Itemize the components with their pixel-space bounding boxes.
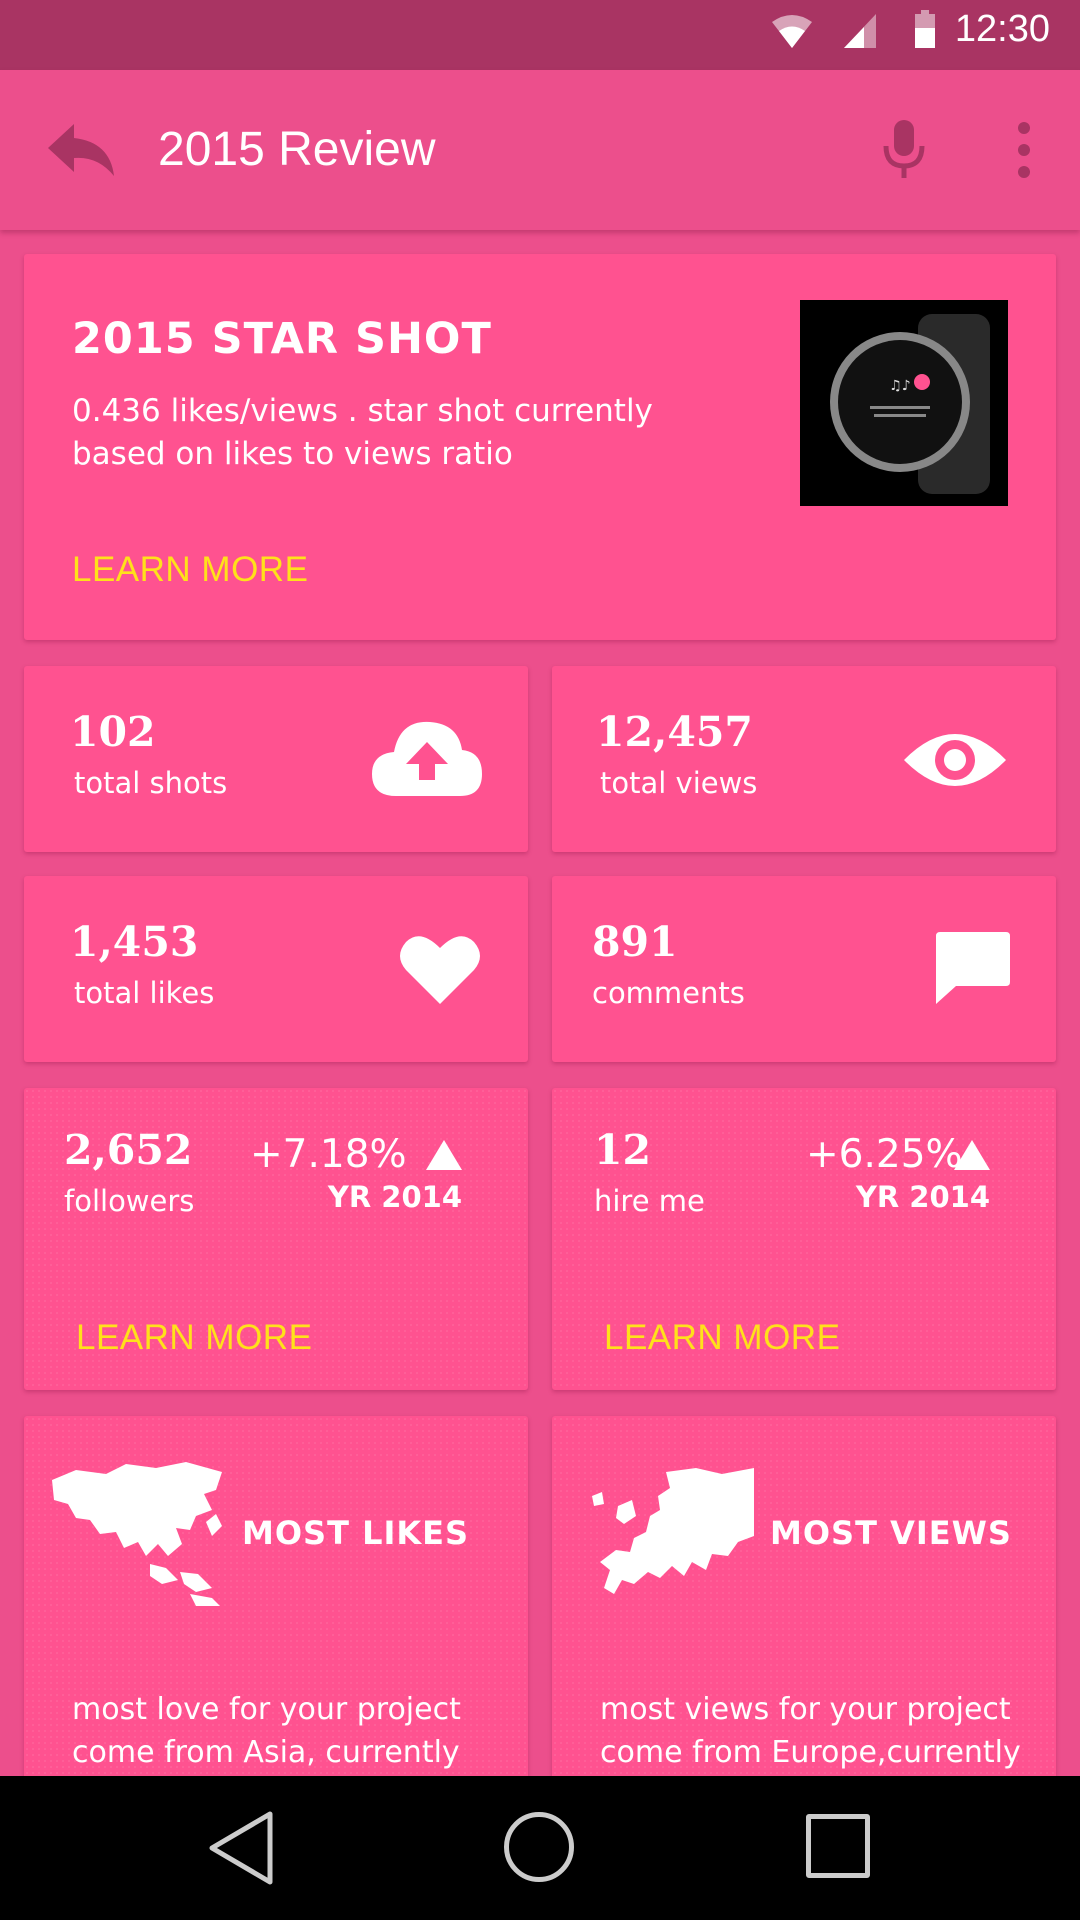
stat-label: total views: [600, 766, 758, 800]
star-shot-thumbnail[interactable]: ♫♪: [800, 300, 1008, 506]
stat-label: comments: [592, 976, 745, 1010]
followers-label: followers: [64, 1184, 195, 1218]
mic-icon[interactable]: [880, 118, 928, 180]
trend-up-icon: [954, 1140, 990, 1170]
followers-value: 2,652: [64, 1126, 193, 1174]
status-time: 12:30: [954, 8, 1050, 50]
more-vert-icon[interactable]: [1012, 120, 1036, 180]
nav-recents-icon[interactable]: [806, 1814, 870, 1878]
most-likes-title: MOST LIKES: [242, 1514, 470, 1552]
nav-home-icon[interactable]: [504, 1812, 574, 1882]
stat-card-comments[interactable]: 891 comments: [552, 876, 1056, 1062]
wifi-icon: [772, 15, 812, 48]
comment-icon: [936, 932, 1010, 1004]
battery-icon: [915, 10, 935, 48]
hire-me-period: YR 2014: [855, 1180, 990, 1214]
app-bar: 2015 Review: [0, 70, 1080, 230]
followers-period: YR 2014: [327, 1180, 462, 1214]
most-likes-text: most love for your project come from Asi…: [72, 1692, 461, 1770]
followers-learn-more[interactable]: LEARN MORE: [76, 1318, 312, 1358]
cell-signal-icon: [844, 14, 876, 48]
most-likes-card[interactable]: MOST LIKES most love for your project co…: [24, 1416, 528, 1796]
asia-map-icon: [52, 1462, 222, 1606]
followers-change: +7.18%: [250, 1132, 407, 1177]
hire-me-learn-more[interactable]: LEARN MORE: [604, 1318, 840, 1358]
stat-card-total-likes[interactable]: 1,453 total likes: [24, 876, 528, 1062]
most-views-text: most views for your project come from Eu…: [600, 1692, 1021, 1770]
nav-back-icon[interactable]: [206, 1810, 276, 1886]
star-shot-card: 2015 STAR SHOT 0.436 likes/views . star …: [24, 254, 1056, 640]
stat-label: total likes: [74, 976, 215, 1010]
hire-me-label: hire me: [594, 1184, 705, 1218]
stat-value: 102: [70, 708, 156, 756]
stat-label: total shots: [74, 766, 228, 800]
learn-more-link[interactable]: LEARN MORE: [72, 550, 308, 590]
eye-icon: [904, 734, 1006, 786]
hire-me-value: 12: [594, 1126, 652, 1174]
europe-map-icon: [592, 1468, 754, 1594]
status-bar: 12:30: [0, 0, 1080, 70]
reply-back-icon[interactable]: [46, 122, 116, 178]
stat-card-total-shots[interactable]: 102 total shots: [24, 666, 528, 852]
stat-value: 891: [592, 918, 678, 966]
cloud-upload-icon: [372, 721, 482, 796]
page-title: 2015 Review: [158, 123, 436, 176]
system-nav-bar: [0, 1776, 1080, 1920]
star-shot-title: 2015 STAR SHOT: [72, 314, 492, 364]
stat-card-total-views[interactable]: 12,457 total views: [552, 666, 1056, 852]
svg-text:♫♪: ♫♪: [889, 378, 911, 394]
heart-icon: [400, 936, 480, 1004]
trend-up-icon: [426, 1140, 462, 1170]
most-views-card[interactable]: MOST VIEWS most views for your project c…: [552, 1416, 1056, 1796]
most-views-title: MOST VIEWS: [770, 1514, 1012, 1552]
hire-me-card[interactable]: 12 hire me +6.25% YR 2014 LEARN MORE: [552, 1088, 1056, 1390]
stat-value: 12,457: [596, 708, 753, 756]
stat-value: 1,453: [70, 918, 199, 966]
hire-me-change: +6.25%: [806, 1132, 963, 1177]
followers-card[interactable]: 2,652 followers +7.18% YR 2014 LEARN MOR…: [24, 1088, 528, 1390]
star-shot-description: 0.436 likes/views . star shot currently …: [72, 393, 653, 472]
